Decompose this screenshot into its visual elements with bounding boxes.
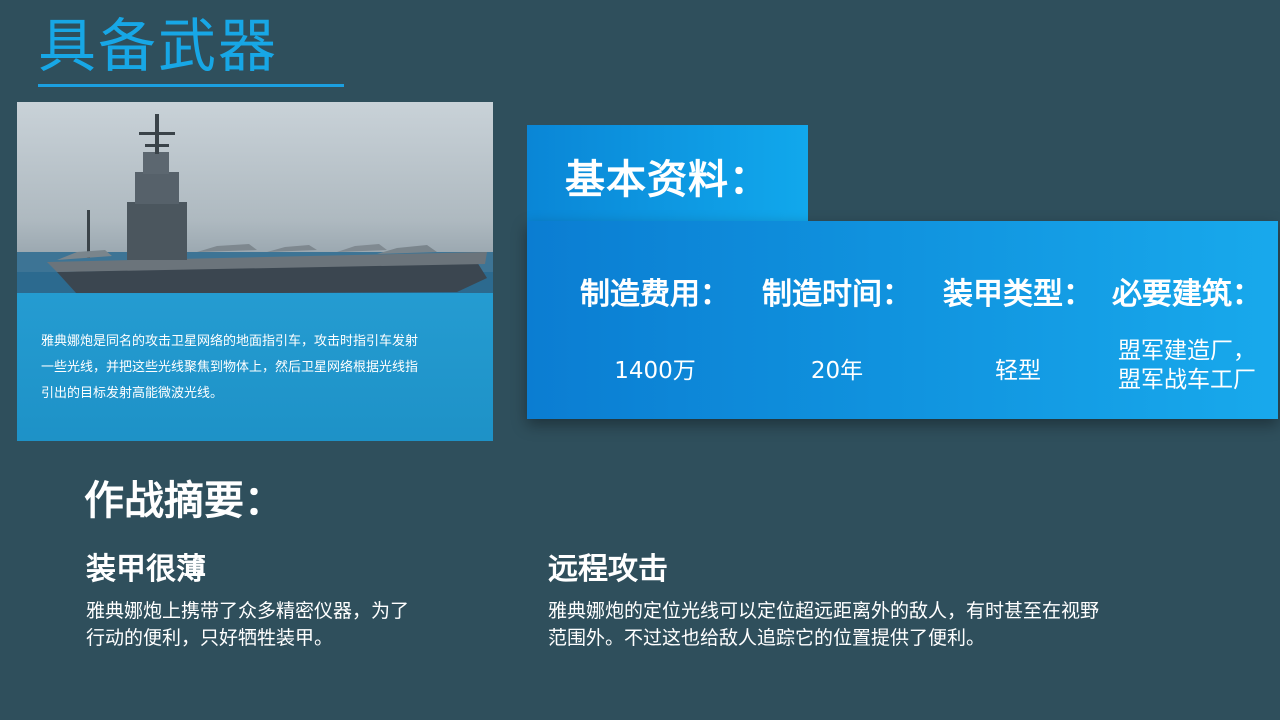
aircraft-carrier-photo: 雅典娜炮是同名的攻击卫星网络的地面指引车，攻击时指引车发射一些光线，并把这些光线… [17, 102, 493, 441]
info-label: 装甲类型： [943, 277, 1093, 312]
summary-body-line: 雅典娜炮上携带了众多精密仪器，为了 [86, 600, 410, 622]
info-value-buildings: 盟军建造厂， 盟军战车工厂 [1118, 337, 1267, 395]
info-label: 制造费用： [580, 277, 730, 312]
summary-body-line: 雅典娜炮的定位光线可以定位超远距离外的敌人，有时甚至在视野 [548, 600, 1100, 622]
info-card-tab: 基本资料： [527, 125, 808, 221]
summary-body-line: 范围外。不过这也给敌人追踪它的位置提供了便利。 [548, 627, 986, 649]
summary-body-line: 行动的便利，只好牺牲装甲。 [86, 627, 334, 649]
photo-caption-text: 雅典娜炮是同名的攻击卫星网络的地面指引车，攻击时指引车发射一些光线，并把这些光线… [41, 334, 419, 401]
info-label: 制造时间： [762, 277, 912, 312]
info-label: 必要建筑： [1112, 277, 1262, 312]
info-value: 轻型 [995, 358, 1041, 384]
info-value-line: 盟军建造厂， [1118, 338, 1256, 364]
summary-item-body: 雅典娜炮的定位光线可以定位超远距离外的敌人，有时甚至在视野 范围外。不过这也给敌… [548, 598, 1099, 652]
summary-item-title: 装甲很薄 [86, 552, 206, 587]
info-value: 20年 [810, 358, 864, 384]
summary-heading: 作战摘要： [84, 478, 284, 524]
info-value-line: 盟军战车工厂 [1118, 367, 1256, 393]
info-card: 制造费用： 1400万 制造时间： 20年 装甲类型： 轻型 必要建筑： 盟军建… [527, 221, 1278, 419]
info-heading: 基本资料： [565, 157, 770, 203]
title-underline [38, 84, 344, 87]
summary-item-body: 雅典娜炮上携带了众多精密仪器，为了 行动的便利，只好牺牲装甲。 [86, 598, 409, 652]
page-title: 具备武器 [38, 12, 279, 80]
photo-caption-panel: 雅典娜炮是同名的攻击卫星网络的地面指引车，攻击时指引车发射一些光线，并把这些光线… [17, 293, 493, 441]
summary-item-title: 远程攻击 [548, 552, 668, 587]
info-value: 1400万 [614, 358, 696, 384]
